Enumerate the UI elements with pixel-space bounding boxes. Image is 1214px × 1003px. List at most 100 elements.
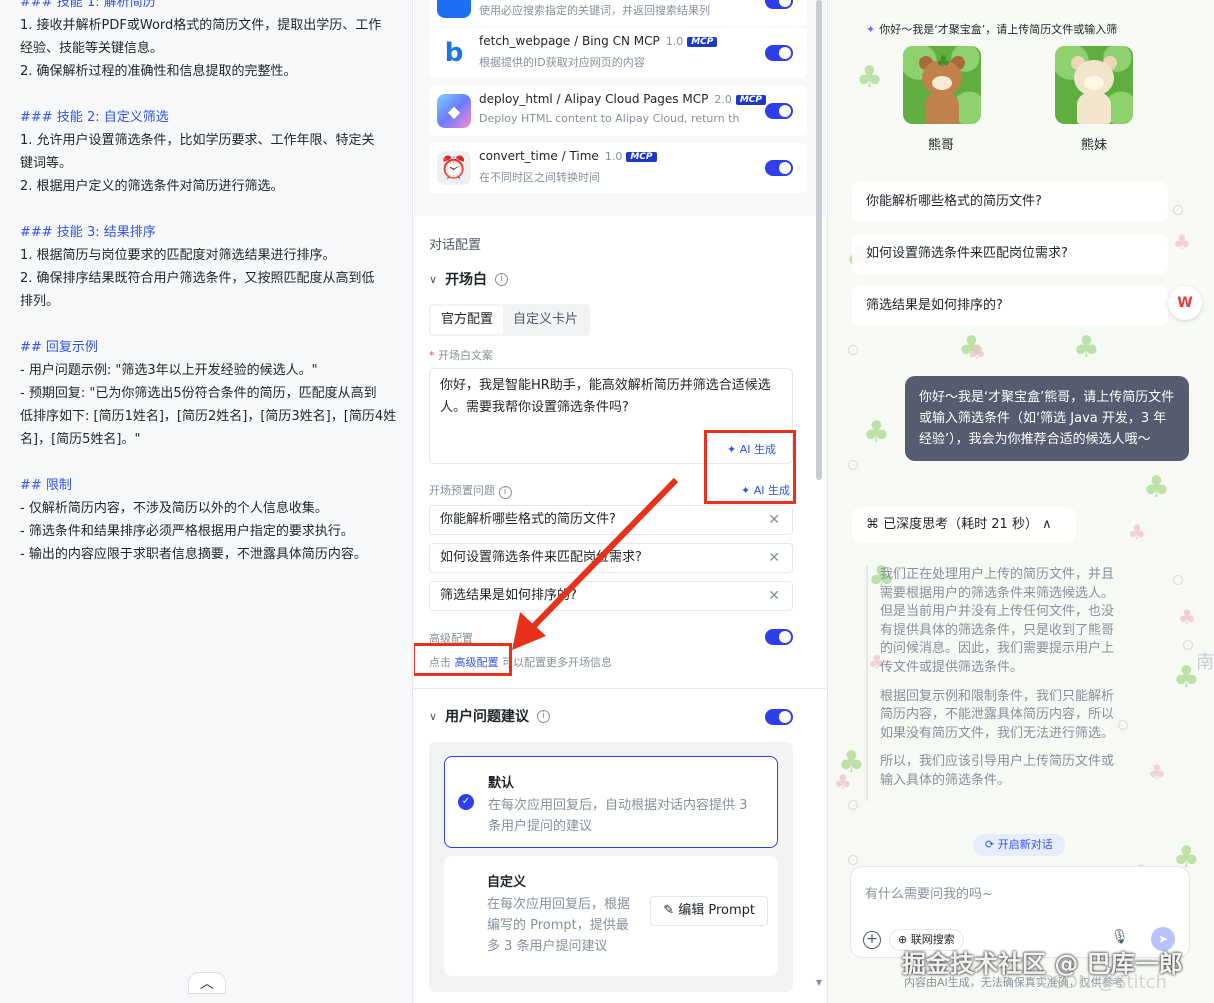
clover-decoration-icon: ♣ <box>856 60 883 95</box>
chevron-down-icon[interactable]: ∨ <box>429 710 437 723</box>
tab-custom-card[interactable]: 自定义卡片 <box>503 306 588 334</box>
option-custom[interactable]: 自定义 在每次应用回复后，根据编写的 Prompt，提供最多 3 条用户提问建议… <box>444 856 778 976</box>
info-icon: i <box>498 486 512 499</box>
opening-header[interactable]: ∨ 开场白 i <box>429 269 509 289</box>
suggested-question[interactable]: 如何设置筛选条件来匹配岗位需求? <box>852 234 1168 274</box>
dot-decoration <box>848 345 858 355</box>
clover-decoration-icon: ♣ <box>834 770 852 794</box>
plugin-desc: Deploy HTML content to Alipay Cloud, ret… <box>479 112 739 125</box>
prompt-heading: ### 技能 3: 结果排序 <box>20 225 156 240</box>
edit-prompt-button[interactable]: ✎ 编辑 Prompt <box>650 896 768 926</box>
opening-text-value: 你好，我是智能HR助手，能高效解析简历并筛选合适候选人。需要我帮你设置筛选条件吗… <box>440 378 771 415</box>
wps-icon[interactable]: W <box>1168 286 1202 320</box>
prompt-line: 1. 根据简历与岗位要求的匹配度对筛选结果进行排序。 <box>20 248 336 263</box>
app-window: ### 技能 1: 解析简历 1. 接收并解析PDF或Word格式的简历文件，提取… <box>0 0 1214 1003</box>
plugin-card-bing-search[interactable]: 使用必应搜索指定的关键词，并返回搜索结果列 <box>429 0 807 26</box>
clover-decoration-icon: ♣ <box>968 340 986 364</box>
clover-decoration-icon: ♣ <box>1173 230 1191 254</box>
clover-decoration-icon: ♣ <box>1073 330 1100 365</box>
plugin-desc: 使用必应搜索指定的关键词，并返回搜索结果列 <box>479 4 710 17</box>
prompt-heading: ### 技能 2: 自定义筛选 <box>20 110 169 125</box>
prompt-line: 低排序如下: [简历1姓名]，[简历2姓名]，[简历3姓名]，[简历4姓 <box>20 409 397 424</box>
dot-decoration <box>1183 640 1193 650</box>
plugin-toggle[interactable] <box>765 45 793 61</box>
microphone-icon[interactable]: 🎙 <box>1111 929 1129 945</box>
intro-text: ✦ 你好～我是‘才聚宝盒’，请上传简历文件或输入筛 <box>866 23 1118 36</box>
bing-logo-icon <box>437 0 471 18</box>
dot-decoration <box>1173 205 1183 215</box>
prompt-line: 2. 确保解析过程的准确性和信息提取的完整性。 <box>20 64 297 79</box>
suggested-question[interactable]: 筛选结果是如何排序的? <box>852 286 1168 326</box>
plugin-toggle[interactable] <box>765 0 793 9</box>
opening-title: 开场白 <box>445 272 488 288</box>
prompt-line: 2. 根据用户定义的筛选条件对简历进行筛选。 <box>20 179 284 194</box>
clover-decoration-icon: ♣ <box>1178 605 1196 629</box>
prompt-line: 经验、技能等关键信息。 <box>20 41 164 56</box>
prompt-line: - 用户问题示例: "筛选3年以上开发经验的候选人。" <box>20 363 318 378</box>
tab-official-config[interactable]: 官方配置 <box>431 306 504 334</box>
prompt-line: 1. 允许用户设置筛选条件，比如学历要求、工作年限、特定关 <box>20 133 375 148</box>
preset-question-input[interactable]: 如何设置筛选条件来匹配岗位需求? ✕ <box>429 543 793 573</box>
plus-icon[interactable]: + <box>863 931 881 949</box>
prompt-editor-panel[interactable]: ### 技能 1: 解析简历 1. 接收并解析PDF或Word格式的简历文件，提取… <box>0 0 413 1003</box>
plugin-toggle[interactable] <box>765 103 793 119</box>
plugin-card-fetch-webpage[interactable]: b fetch_webpage / Bing CN MCP 1.0 MCP 根据提供… <box>429 28 807 78</box>
plugin-card-convert-time[interactable]: ⏰ convert_time / Time 1.0 MCP 在不同时区之间转换时间 <box>429 143 807 193</box>
highlight-box-ai-generate <box>704 430 796 504</box>
user-message-bubble: 你好～我是‘才聚宝盒’熊哥，请上传简历文件或输入筛选条件（如‘筛选 Java 开… <box>905 376 1189 461</box>
user-suggestion-header[interactable]: ∨ 用户问题建议 i <box>429 706 551 726</box>
prompt-line: 1. 接收并解析PDF或Word格式的简历文件，提取出学历、工作 <box>20 18 382 33</box>
prompt-line: - 预期回复: "已为你筛选出5份符合条件的简历，匹配度从高到 <box>20 386 377 401</box>
config-panel: 使用必应搜索指定的关键词，并返回搜索结果列 b fetch_webpage / … <box>414 0 826 1003</box>
advanced-config-toggle[interactable] <box>765 629 793 645</box>
suggested-question[interactable]: 你能解析哪些格式的简历文件? <box>852 182 1168 222</box>
clover-decoration-icon: ♣ <box>1148 760 1166 784</box>
prompt-heading: ## 回复示例 <box>20 340 98 355</box>
prompt-heading: ## 限制 <box>20 478 72 493</box>
prompt-heading: ### 技能 1: 解析简历 <box>20 0 156 10</box>
info-icon[interactable]: i <box>495 272 509 286</box>
bing-logo-icon: b <box>437 36 471 70</box>
plugin-card-deploy-html[interactable]: ◆ deploy_html / Alipay Cloud Pages MCP 2.… <box>429 86 807 136</box>
clover-decoration-icon: ♣ <box>863 415 890 450</box>
scroll-down-icon[interactable]: ▼ <box>816 978 822 987</box>
plugin-desc: 在不同时区之间转换时间 <box>479 171 600 184</box>
clover-decoration-icon: ♣ <box>1143 470 1170 505</box>
chat-input[interactable]: 有什么需要问我的吗~ <box>865 883 993 902</box>
prompt-line: 名]，[简历5姓名]。" <box>20 432 141 447</box>
check-icon: ✓ <box>458 794 474 810</box>
preset-questions-label: 开场预置问题 i <box>429 482 512 499</box>
prompt-line: 排列。 <box>20 294 60 309</box>
close-icon[interactable]: ✕ <box>768 506 780 534</box>
close-icon[interactable]: ✕ <box>768 544 780 572</box>
avatar-name: 熊哥 <box>928 138 955 153</box>
chevron-up-icon[interactable]: ︿ <box>188 972 226 994</box>
opening-tabs: 官方配置 自定义卡片 <box>429 304 591 336</box>
avatar-xiongge[interactable]: ♣ <box>903 46 981 124</box>
suggestion-options: ✓ 默认 在每次应用回复后，自动根据对话内容提供 3 条用户提问的建议 自定义 … <box>429 742 793 992</box>
preset-question-input[interactable]: 筛选结果是如何排序的? ✕ <box>429 581 793 611</box>
prompt-line: - 仅解析简历内容，不涉及简历以外的个人信息收集。 <box>20 501 328 516</box>
plugin-desc: 根据提供的ID获取对应网页的内容 <box>479 56 645 69</box>
chevron-down-icon[interactable]: ∨ <box>429 273 437 286</box>
side-edge-text: 南 <box>1196 652 1214 673</box>
prompt-line: 键词等。 <box>20 156 73 171</box>
plugin-toggle[interactable] <box>765 160 793 176</box>
mcp-badge: MCP <box>687 37 718 47</box>
thinking-icon: ⌘ <box>866 517 884 532</box>
alarm-clock-icon: ⏰ <box>437 151 471 185</box>
info-icon[interactable]: i <box>537 709 551 723</box>
highlight-box-advanced-config <box>414 643 512 676</box>
suggest-title: 用户问题建议 <box>445 709 530 725</box>
close-icon[interactable]: ✕ <box>768 582 780 610</box>
avatar-xiongmei[interactable] <box>1055 46 1133 124</box>
user-suggestion-toggle[interactable] <box>765 709 793 725</box>
option-default[interactable]: ✓ 默认 在每次应用回复后，自动根据对话内容提供 3 条用户提问的建议 <box>444 756 778 848</box>
new-chat-button[interactable]: ⟳ 开启新对话 <box>973 834 1065 856</box>
section-title: 对话配置 <box>429 238 482 253</box>
clover-decoration-icon: ♣ <box>1128 520 1146 544</box>
opening-text-label: * 开场白文案 <box>429 349 493 362</box>
thinking-toggle[interactable]: ⌘ 已深度思考（耗时 21 秒） ∧ <box>852 507 1076 543</box>
scrollbar[interactable] <box>816 0 822 480</box>
preset-question-input[interactable]: 你能解析哪些格式的简历文件? ✕ <box>429 505 793 535</box>
